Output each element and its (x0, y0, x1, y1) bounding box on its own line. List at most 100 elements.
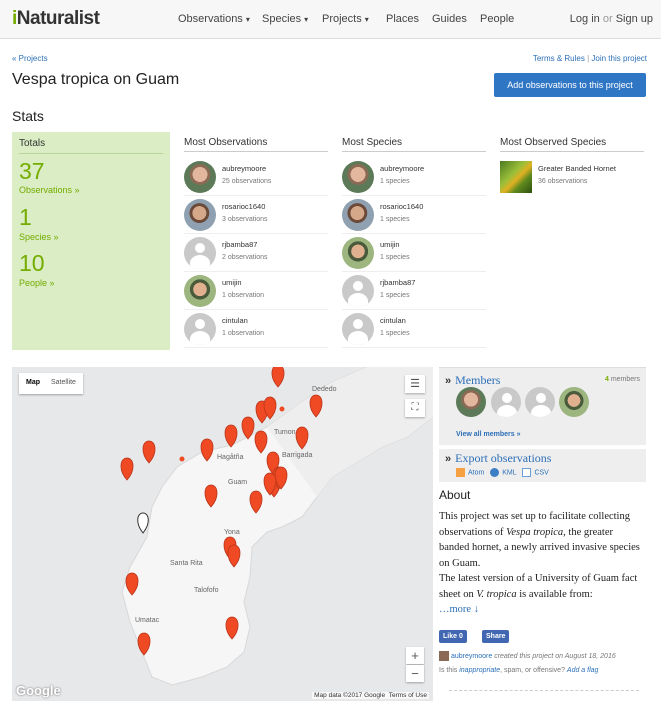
place-label: Hagåtña (217, 454, 244, 461)
observations-map[interactable]: Dededo Tumon Barrigada Hagåtña Guam Yona… (12, 367, 433, 701)
list-item[interactable]: rosarioc1640 3 observations (184, 196, 328, 234)
zoom-out-button[interactable]: − (406, 665, 424, 682)
observations-total[interactable]: 37 (19, 158, 45, 185)
user-count: 25 observations (222, 178, 272, 185)
user-name[interactable]: umijin (222, 278, 242, 287)
atom-link[interactable]: Atom (468, 469, 484, 476)
csv-link[interactable]: CSV (534, 469, 548, 476)
satellite-view-button[interactable]: Satellite (51, 379, 76, 386)
people-link[interactable]: People » (19, 278, 55, 288)
map-type-control: Map Satellite (19, 373, 83, 394)
list-item[interactable]: cintulan 1 observation (184, 310, 328, 348)
place-label: Umatac (135, 617, 160, 624)
list-item[interactable]: umijin 1 observation (184, 272, 328, 310)
user-name[interactable]: rosarioc1640 (380, 202, 423, 211)
place-label: Barrigada (282, 452, 313, 459)
species-link[interactable]: Species » (19, 232, 59, 242)
inaturalist-logo[interactable]: iNaturalist (12, 8, 100, 30)
fullscreen-icon[interactable]: ⛶ (405, 399, 425, 417)
avatar[interactable] (184, 237, 216, 269)
list-item[interactable]: aubreymoore 25 observations (184, 158, 328, 196)
hornet-photo[interactable] (500, 161, 532, 193)
map-view-button[interactable]: Map (26, 379, 40, 386)
members-heading[interactable]: » Members (445, 373, 500, 388)
more-link[interactable]: …more ↓ (439, 604, 479, 615)
avatar[interactable] (184, 313, 216, 345)
user-count: 2 observations (222, 254, 268, 261)
project-links: Terms & Rules | Join this project (533, 54, 647, 63)
most-species-column: Most Species aubreymoore 1 species rosar… (342, 132, 486, 348)
nav-guides[interactable]: Guides (432, 13, 467, 25)
kml-link[interactable]: KML (502, 469, 516, 476)
list-item[interactable]: cintulan 1 species (342, 310, 486, 348)
avatar[interactable] (184, 199, 216, 231)
add-flag-link[interactable]: Add a flag (567, 667, 599, 674)
list-item[interactable]: rjbamba87 2 observations (184, 234, 328, 272)
avatar[interactable] (342, 275, 374, 307)
inappropriate-link[interactable]: inappropriate (459, 667, 500, 674)
nav-people[interactable]: People (480, 13, 514, 25)
user-name[interactable]: umijin (380, 240, 400, 249)
user-name[interactable]: rosarioc1640 (222, 202, 265, 211)
join-project-link[interactable]: Join this project (591, 54, 647, 63)
nav-species[interactable]: Species ▾ (262, 13, 308, 25)
layers-icon[interactable]: ☰ (405, 375, 425, 393)
user-name[interactable]: rjbamba87 (222, 240, 257, 249)
nav-projects[interactable]: Projects ▾ (322, 13, 369, 25)
auth-links: Log in or Sign up (570, 13, 653, 25)
login-link[interactable]: Log in (570, 13, 600, 25)
facebook-like-button[interactable]: Like 0 (439, 630, 467, 643)
creator-link[interactable]: aubreymoore (451, 653, 492, 660)
facebook-share-button[interactable]: Share (482, 630, 510, 643)
species-name[interactable]: Greater Banded Hornet (538, 164, 616, 173)
list-item[interactable]: aubreymoore 1 species (342, 158, 486, 196)
breadcrumb-projects[interactable]: « Projects (12, 54, 48, 63)
divider (19, 153, 163, 154)
nav-places[interactable]: Places (386, 13, 419, 25)
user-name[interactable]: aubreymoore (380, 164, 424, 173)
signup-link[interactable]: Sign up (616, 13, 653, 25)
view-all-members-link[interactable]: View all members » (456, 431, 520, 438)
species-total[interactable]: 1 (19, 204, 32, 231)
totals-box: Totals 37 Observations » 1 Species » 10 … (12, 132, 170, 350)
user-name[interactable]: rjbamba87 (380, 278, 415, 287)
user-name[interactable]: aubreymoore (222, 164, 266, 173)
export-heading[interactable]: » Export observations (445, 451, 551, 466)
list-item[interactable]: rosarioc1640 1 species (342, 196, 486, 234)
observations-link[interactable]: Observations » (19, 185, 80, 195)
avatar[interactable] (342, 199, 374, 231)
or-text: or (602, 13, 613, 25)
avatar[interactable] (525, 387, 555, 417)
avatar[interactable] (559, 387, 589, 417)
avatar[interactable] (184, 275, 216, 307)
divider (449, 690, 639, 691)
nav-observations[interactable]: Observations ▾ (178, 13, 250, 25)
terms-rules-link[interactable]: Terms & Rules (533, 54, 585, 63)
zoom-in-button[interactable]: + (406, 647, 424, 664)
avatar[interactable] (342, 161, 374, 193)
avatar[interactable] (491, 387, 521, 417)
map-attribution: Map data ©2017 Google Terms of Use (312, 692, 429, 699)
user-name[interactable]: cintulan (222, 316, 248, 325)
avatar[interactable] (342, 313, 374, 345)
avatar[interactable] (456, 387, 486, 417)
list-item[interactable]: Greater Banded Hornet 36 observations (500, 158, 644, 196)
globe-icon (490, 468, 500, 477)
people-total[interactable]: 10 (19, 250, 45, 277)
list-item[interactable]: rjbamba87 1 species (342, 272, 486, 310)
species-italic: Vespa tropica (506, 526, 564, 538)
avatar[interactable] (342, 237, 374, 269)
add-observations-button[interactable]: Add observations to this project (494, 73, 646, 97)
user-name[interactable]: cintulan (380, 316, 406, 325)
place-label: Guam (228, 479, 248, 486)
avatar[interactable] (184, 161, 216, 193)
separator: | (587, 54, 590, 63)
map-place-labels: Dededo Tumon Barrigada Hagåtña Guam Yona… (12, 367, 433, 701)
list-item[interactable]: umijin 1 species (342, 234, 486, 272)
user-count: 1 species (380, 330, 410, 337)
members-panel: » Members 4 members View all members » (439, 367, 646, 445)
user-count: 1 species (380, 254, 410, 261)
avatar[interactable] (439, 651, 449, 661)
most-observed-species-column: Most Observed Species Greater Banded Hor… (500, 132, 644, 193)
map-terms-link[interactable]: Terms of Use (389, 692, 427, 699)
